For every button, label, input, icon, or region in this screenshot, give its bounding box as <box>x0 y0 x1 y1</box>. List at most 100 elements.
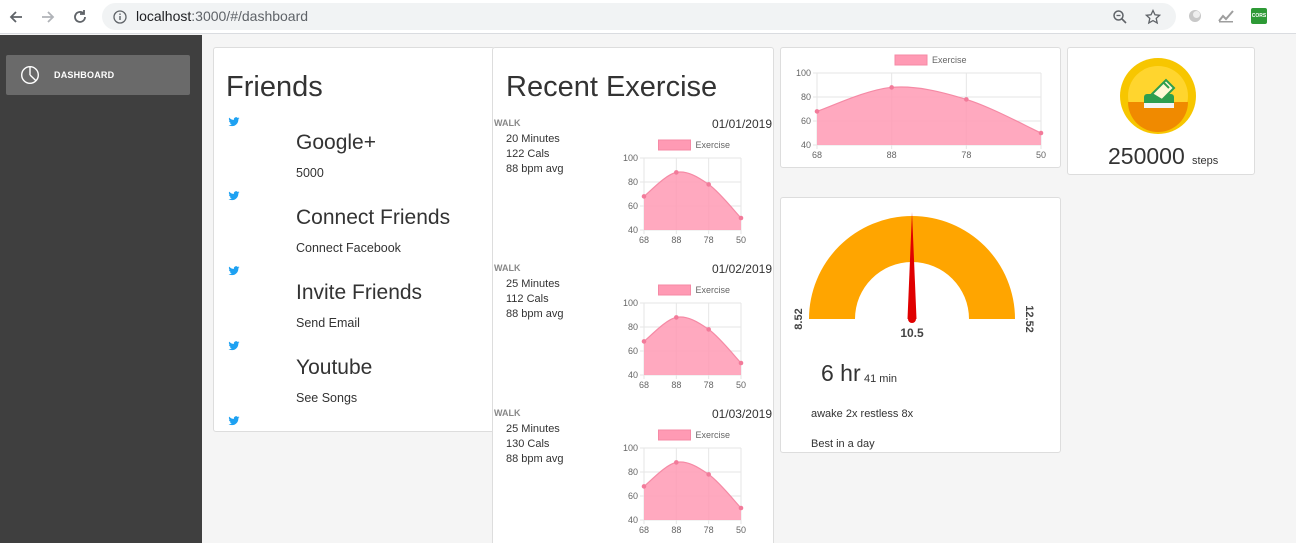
y-tick-label: 80 <box>628 177 638 187</box>
x-tick-label: 78 <box>961 150 971 160</box>
legend-swatch <box>658 139 691 151</box>
data-point <box>674 460 679 465</box>
y-tick-label: 40 <box>628 370 638 380</box>
legend-swatch <box>894 54 928 66</box>
cors-label: CORS <box>1251 8 1267 24</box>
gauge-min: 8.52 <box>793 308 805 329</box>
x-tick-label: 68 <box>639 380 649 390</box>
steps-value: 250000 <box>1108 143 1185 169</box>
exercise-cals: 112 Cals <box>506 293 549 305</box>
sidebar-item-label: DASHBOARD <box>54 70 115 80</box>
data-point <box>641 194 647 199</box>
data-point <box>706 182 711 187</box>
zoom-icon[interactable] <box>1110 7 1130 27</box>
friend-item-name[interactable]: Google+ <box>296 131 376 155</box>
exercise-chart: 40 60 80 100 68 88 78 50 Exercise <box>623 284 746 390</box>
friend-item-name[interactable]: Invite Friends <box>296 281 422 305</box>
exercise-bpm: 88 bpm avg <box>506 453 564 465</box>
friend-item-sub: See Songs <box>296 391 358 405</box>
data-point <box>814 109 820 114</box>
y-tick-label: 100 <box>623 298 638 308</box>
data-point <box>706 327 711 332</box>
friend-item-sub: Send Email <box>296 316 360 330</box>
exercise-duration: 25 Minutes <box>506 423 560 435</box>
cors-extension-icon[interactable]: CORS <box>1250 7 1268 25</box>
data-point <box>738 360 744 366</box>
exercise-chart: 40 60 80 100 68 88 78 50 Exercise <box>623 429 746 535</box>
exercise-cals: 122 Cals <box>506 148 550 160</box>
exercise-chart-card: 40 60 80 100 68 88 78 50 Exercise <box>780 47 1061 168</box>
y-tick-label: 100 <box>623 153 638 163</box>
twitter-icon[interactable] <box>228 116 240 128</box>
data-point <box>641 484 647 489</box>
data-point <box>738 505 744 511</box>
sidebar-item-dashboard[interactable]: DASHBOARD <box>6 55 190 95</box>
x-tick-label: 88 <box>671 235 681 245</box>
y-tick-label: 80 <box>628 322 638 332</box>
url-host: localhost <box>136 8 192 24</box>
x-tick-label: 78 <box>704 235 714 245</box>
steps-medal-icon <box>1118 56 1198 136</box>
data-point <box>706 472 711 477</box>
twitter-icon[interactable] <box>228 265 240 277</box>
data-point <box>674 170 679 175</box>
x-tick-label: 50 <box>736 235 746 245</box>
x-tick-label: 50 <box>736 525 746 535</box>
back-icon[interactable] <box>4 5 28 29</box>
y-tick-label: 40 <box>801 140 811 150</box>
gauge-value: 10.5 <box>900 326 924 340</box>
exercise-chart: 40 60 80 100 68 88 78 50 Exercise <box>623 139 746 245</box>
twitter-icon[interactable] <box>228 340 240 352</box>
exercise-type: WALK <box>494 263 521 273</box>
sleep-card: 10.5 8.52 12.52 6 hr 41 min awake 2x res… <box>780 197 1061 453</box>
y-tick-label: 80 <box>801 92 811 102</box>
browser-toolbar: localhost:3000/#/dashboard CORS <box>0 0 1296 34</box>
sleep-gauge: 10.5 8.52 12.52 <box>793 212 1035 340</box>
reload-icon[interactable] <box>68 5 92 29</box>
forward-icon[interactable] <box>36 5 60 29</box>
x-tick-label: 50 <box>736 380 746 390</box>
data-point <box>964 97 969 102</box>
chart-extension-icon[interactable] <box>1217 7 1235 25</box>
exercise-title: Recent Exercise <box>506 71 718 103</box>
twitter-icon[interactable] <box>228 415 240 427</box>
exercise-bpm: 88 bpm avg <box>506 163 564 175</box>
info-icon[interactable] <box>110 7 130 27</box>
url-text: localhost:3000/#/dashboard <box>136 8 308 24</box>
url-path: :3000/#/dashboard <box>191 8 309 24</box>
friends-title: Friends <box>226 71 323 103</box>
friend-item-name[interactable]: Youtube <box>296 356 372 380</box>
exercise-date: 01/03/2019 <box>711 407 772 421</box>
y-tick-label: 100 <box>796 68 811 78</box>
exercise-type: WALK <box>494 408 521 418</box>
address-bar[interactable]: localhost:3000/#/dashboard <box>102 3 1176 30</box>
x-tick-label: 78 <box>704 525 714 535</box>
y-tick-label: 100 <box>623 443 638 453</box>
friend-item-sub: 5000 <box>296 166 324 180</box>
bookmark-star-icon[interactable] <box>1143 7 1163 27</box>
y-tick-label: 60 <box>628 201 638 211</box>
pie-chart-icon <box>20 65 40 85</box>
gauge-needle-hub <box>908 315 916 323</box>
exercise-cals: 130 Cals <box>506 438 550 450</box>
x-tick-label: 88 <box>671 380 681 390</box>
x-tick-label: 50 <box>1036 150 1046 160</box>
color-circle-icon[interactable] <box>1186 7 1204 25</box>
y-tick-label: 80 <box>628 467 638 477</box>
exercise-type: WALK <box>494 118 521 128</box>
steps-unit: steps <box>1192 155 1219 167</box>
data-point <box>674 315 679 320</box>
friend-item-name[interactable]: Connect Friends <box>296 206 450 230</box>
legend-label: Exercise <box>932 55 967 65</box>
x-tick-label: 78 <box>704 380 714 390</box>
exercise-duration: 25 Minutes <box>506 278 560 290</box>
y-tick-label: 60 <box>628 491 638 501</box>
exercise-duration: 20 Minutes <box>506 133 560 145</box>
twitter-icon[interactable] <box>228 190 240 202</box>
legend-label: Exercise <box>696 140 731 150</box>
x-tick-label: 88 <box>671 525 681 535</box>
steps-card: 250000 steps <box>1067 47 1255 175</box>
legend-swatch <box>658 284 691 296</box>
data-point <box>1038 130 1044 136</box>
x-tick-label: 88 <box>887 150 897 160</box>
